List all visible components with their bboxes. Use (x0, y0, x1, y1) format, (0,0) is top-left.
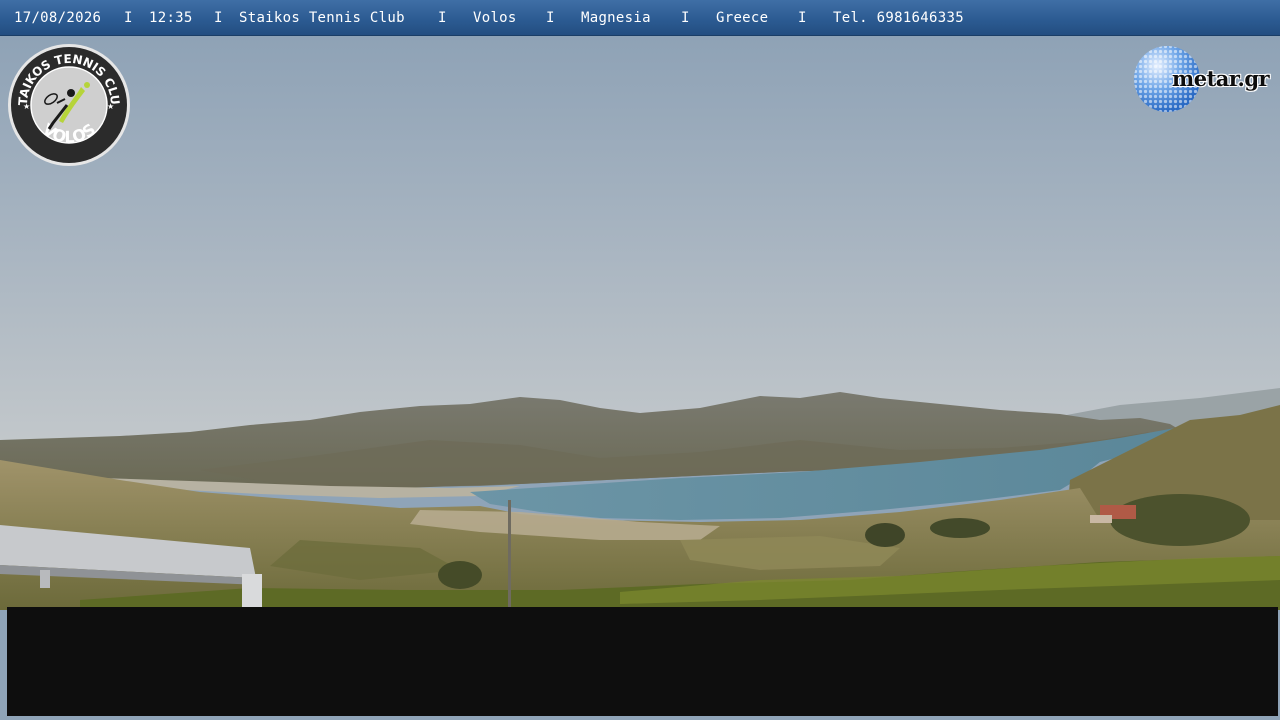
pole (508, 500, 511, 608)
time-text: 12:35 (149, 10, 193, 26)
metar-logo-text: metar.gr (1172, 66, 1270, 91)
separator: I (681, 10, 690, 26)
house (1090, 515, 1112, 523)
trees-cluster (865, 523, 905, 547)
city-text: Volos (473, 10, 517, 26)
separator: I (438, 10, 447, 26)
bottom-panel (7, 607, 1278, 716)
date-text: 17/08/2026 (14, 10, 102, 26)
region-text: Magnesia (581, 10, 651, 26)
separator: I (798, 10, 807, 26)
trees-cluster (930, 518, 990, 538)
metar-logo: metar.gr (1133, 44, 1278, 116)
terrace-post (242, 574, 262, 608)
club-logo: STAIKOS TENNIS CLUB VOLOS ★ ★ (7, 43, 131, 167)
terrace-post (40, 570, 50, 588)
separator: I (546, 10, 555, 26)
info-bar: 17/08/2026 I 12:35 I Staikos Tennis Club… (0, 0, 1280, 36)
club-name-text: Staikos Tennis Club (239, 10, 405, 26)
trees-cluster (1110, 494, 1250, 546)
separator: I (214, 10, 223, 26)
country-text: Greece (716, 10, 769, 26)
separator: I (124, 10, 133, 26)
star-icon: ★ (107, 102, 114, 111)
trees-cluster (438, 561, 482, 589)
star-icon: ★ (23, 102, 30, 111)
sky (0, 0, 1280, 450)
phone-text: Tel. 6981646335 (833, 10, 964, 26)
